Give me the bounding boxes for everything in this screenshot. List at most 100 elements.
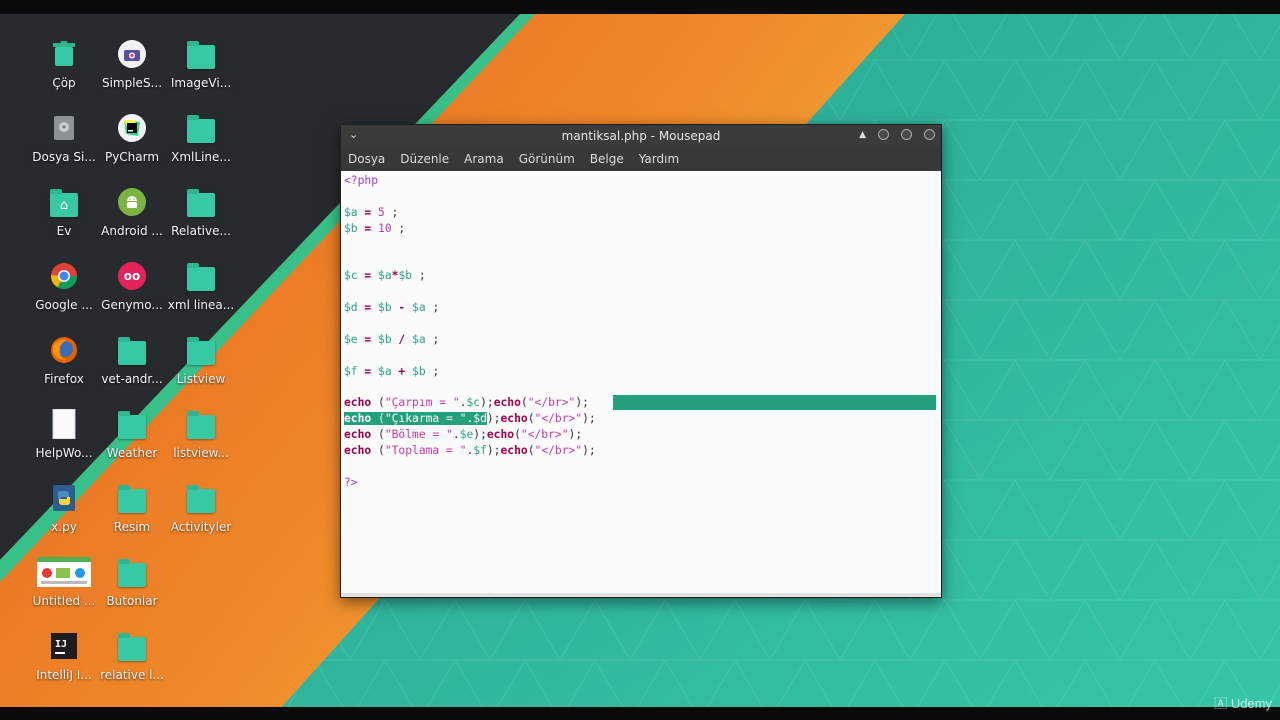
desktop-icon-relative-l[interactable]: relative l...: [95, 630, 169, 682]
home-folder-icon: ⌂: [48, 186, 80, 218]
genymotion-icon: oo: [116, 260, 148, 292]
desktop-icon-label: Activityler: [170, 520, 232, 534]
desktop-icon-xml-linea[interactable]: xml linea...: [164, 260, 238, 312]
desktop-icon-label: vet-andr...: [101, 372, 163, 386]
code-line: ?>: [344, 476, 358, 489]
trash-icon: [48, 38, 80, 70]
python-file-icon: [48, 482, 80, 514]
desktop-icon-label: Listview: [176, 372, 226, 386]
desktop-icon-firefox[interactable]: Firefox: [27, 334, 101, 386]
folder-icon: [116, 408, 148, 440]
desktop: Çöp Dosya Si... ⌂ Ev Google ... Firefox …: [0, 0, 1280, 720]
desktop-icon-label: SimpleS...: [101, 76, 163, 90]
pycharm-icon: [116, 112, 148, 144]
statusbar: [341, 593, 941, 597]
mousepad-window[interactable]: ⌄ mantiksal.php - Mousepad ▲ Dosya Düzen…: [340, 124, 942, 598]
desktop-icon-label: Resim: [113, 520, 151, 534]
code-line: echo ("Bölme = ".$e);echo("</br>");: [344, 428, 583, 441]
desktop-icon-trash[interactable]: Çöp: [27, 38, 101, 90]
desktop-icon-resim[interactable]: Resim: [95, 482, 169, 534]
desktop-icon-helpwo[interactable]: HelpWo...: [27, 408, 101, 460]
desktop-icon-label: IntelliJ I...: [36, 668, 92, 682]
desktop-icon-xpy[interactable]: x.py: [27, 482, 101, 534]
android-icon: [116, 186, 148, 218]
desktop-icon-relative[interactable]: Relative...: [164, 186, 238, 238]
desktop-icon-label: Android ...: [101, 224, 163, 238]
desktop-icon-vet-andr[interactable]: vet-andr...: [95, 334, 169, 386]
folder-icon: [116, 334, 148, 366]
desktop-icon-intellij[interactable]: IJ IntelliJ I...: [27, 630, 101, 682]
desktop-icon-label: PyCharm: [104, 150, 160, 164]
desktop-icon-imageview[interactable]: ImageVi...: [164, 38, 238, 90]
desktop-icon-listview2[interactable]: listview...: [164, 408, 238, 460]
firefox-icon: [48, 334, 80, 366]
minimize-button[interactable]: [878, 129, 889, 140]
desktop-icon-filesystem[interactable]: Dosya Si...: [27, 112, 101, 164]
chrome-icon: [48, 260, 80, 292]
menu-dosya[interactable]: Dosya: [348, 152, 385, 166]
desktop-icon-listview[interactable]: Listview: [164, 334, 238, 386]
folder-icon: [116, 482, 148, 514]
desktop-icon-label: Weather: [106, 446, 158, 460]
menu-duzenle[interactable]: Düzenle: [400, 152, 449, 166]
desktop-icon-label: Butonlar: [106, 594, 158, 608]
code-line: $f = $a + $b ;: [344, 365, 440, 378]
folder-icon: [116, 630, 148, 662]
selection-highlight: [613, 395, 936, 410]
desktop-icon-activityler[interactable]: Activityler: [164, 482, 238, 534]
desktop-icon-label: listview...: [173, 446, 229, 460]
udemy-watermark: 🄰 Udemy: [1214, 693, 1272, 712]
desktop-icon-simplescreen[interactable]: SimpleS...: [95, 38, 169, 90]
intellij-icon: IJ: [48, 630, 80, 662]
folder-icon: [185, 334, 217, 366]
folder-icon: [185, 408, 217, 440]
window-titlebar[interactable]: ⌄ mantiksal.php - Mousepad ▲: [341, 125, 941, 147]
watermark-text: Udemy: [1230, 696, 1272, 711]
code-line: $d = $b - $a ;: [344, 301, 440, 314]
folder-icon: [185, 260, 217, 292]
desktop-icon-untitled[interactable]: Untitled ...: [27, 556, 101, 608]
menu-belge[interactable]: Belge: [590, 152, 624, 166]
menubar: Dosya Düzenle Arama Görünüm Belge Yardım: [341, 147, 941, 171]
folder-icon: [185, 482, 217, 514]
desktop-icon-pycharm[interactable]: PyCharm: [95, 112, 169, 164]
desktop-icon-xmlline[interactable]: XmlLine...: [164, 112, 238, 164]
folder-icon: [185, 186, 217, 218]
window-menu-icon[interactable]: ⌄: [349, 128, 358, 141]
folder-icon: [185, 112, 217, 144]
code-line: echo ("Toplama = ".$f);echo("</br>");: [344, 444, 596, 457]
desktop-icon-weather[interactable]: Weather: [95, 408, 169, 460]
desktop-icon-label: XmlLine...: [171, 150, 231, 164]
desktop-icon-label: relative l...: [100, 668, 164, 682]
desktop-icon-label: Çöp: [52, 76, 76, 90]
desktop-icon-label: HelpWo...: [35, 446, 93, 460]
camera-icon: [116, 38, 148, 70]
code-line: <?php: [344, 174, 379, 187]
desktop-icon-home[interactable]: ⌂ Ev: [27, 186, 101, 238]
desktop-icon-label: Google ...: [35, 298, 93, 312]
code-line-selected: echo ("Çıkarma = ".$d);echo("</br>");: [344, 412, 596, 425]
close-button[interactable]: [924, 129, 935, 140]
code-line: $b = 10 ;: [344, 222, 406, 235]
code-line: $e = $b / $a ;: [344, 333, 440, 346]
code-line: echo ("Çarpım = ".$c);echo("</br>");: [344, 396, 589, 409]
menu-arama[interactable]: Arama: [464, 152, 504, 166]
desktop-icon-butonlar[interactable]: Butonlar: [95, 556, 169, 608]
menu-gorunum[interactable]: Görünüm: [519, 152, 575, 166]
desktop-icon-label: Genymo...: [101, 298, 163, 312]
maximize-button[interactable]: [901, 129, 912, 140]
desktop-icon-label: Untitled ...: [32, 594, 96, 608]
desktop-icon-chrome[interactable]: Google ...: [27, 260, 101, 312]
shade-icon[interactable]: ▲: [859, 130, 866, 140]
code-line: $c = $a*$b ;: [344, 269, 426, 282]
menu-yardim[interactable]: Yardım: [639, 152, 679, 166]
file-system-icon: [48, 112, 80, 144]
desktop-icon-genymotion[interactable]: oo Genymo...: [95, 260, 169, 312]
desktop-icon-label: Firefox: [44, 372, 84, 386]
desktop-icon-label: Ev: [56, 224, 72, 238]
desktop-icon-label: Relative...: [171, 224, 231, 238]
svg-text:IJ: IJ: [55, 639, 67, 650]
code-editor[interactable]: <?php $a = 5 ; $b = 10 ; $c = $a*$b ; $d…: [341, 171, 941, 593]
desktop-icon-android[interactable]: Android ...: [95, 186, 169, 238]
image-file-icon: [36, 556, 92, 588]
